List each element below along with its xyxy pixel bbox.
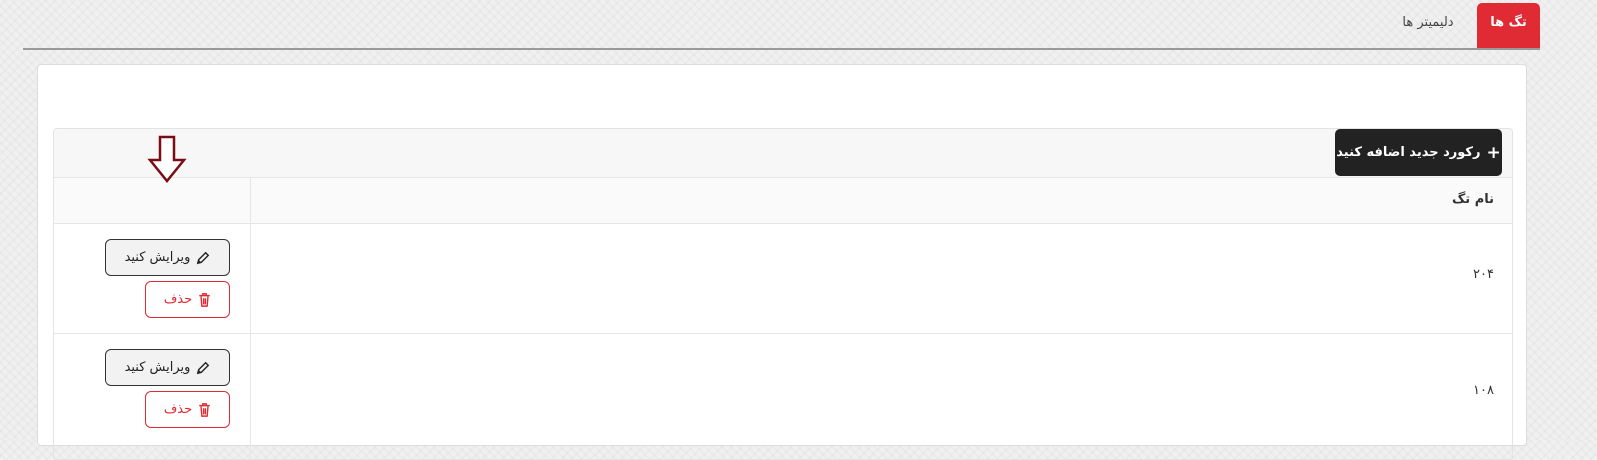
table-header-row: نام تگ [54, 177, 1512, 223]
delete-button-label: حذف [163, 292, 193, 307]
tags-table-card: + رکورد جدید اضافه کنید نام تگ ۲۰۴ ویرای… [53, 128, 1513, 460]
tab-delimiters[interactable]: دلیمیتر ها [1393, 3, 1463, 48]
table-row: ۲۰۴ ویرایش کنید حذف [54, 223, 1512, 333]
content-panel: + رکورد جدید اضافه کنید نام تگ ۲۰۴ ویرای… [37, 64, 1527, 460]
tag-name-cell: ۲۰۴ [1473, 267, 1494, 282]
tab-bar: تگ ها دلیمیتر ها [23, 0, 1540, 50]
edit-button[interactable]: ویرایش کنید [105, 349, 230, 386]
table-row: ۱۰۸ ویرایش کنید حذف [54, 333, 1512, 459]
pencil-icon [197, 361, 210, 374]
down-arrow-icon [147, 135, 187, 183]
column-divider [250, 177, 251, 459]
delete-button[interactable]: حذف [145, 391, 230, 428]
trash-icon [199, 292, 210, 307]
add-record-button[interactable]: + رکورد جدید اضافه کنید [1335, 129, 1502, 176]
add-record-label: رکورد جدید اضافه کنید [1336, 145, 1481, 160]
pencil-icon [197, 251, 210, 264]
tag-name-header: نام تگ [1451, 192, 1494, 207]
edit-button[interactable]: ویرایش کنید [105, 239, 230, 276]
delete-button[interactable]: حذف [145, 281, 230, 318]
table-toolbar: + رکورد جدید اضافه کنید [54, 129, 1512, 177]
tab-tags[interactable]: تگ ها [1477, 3, 1540, 48]
delete-button-label: حذف [163, 402, 193, 417]
tag-name-cell: ۱۰۸ [1473, 383, 1494, 398]
edit-button-label: ویرایش کنید [124, 250, 191, 265]
trash-icon [199, 402, 210, 417]
plus-icon: + [1486, 142, 1501, 163]
edit-button-label: ویرایش کنید [124, 360, 191, 375]
